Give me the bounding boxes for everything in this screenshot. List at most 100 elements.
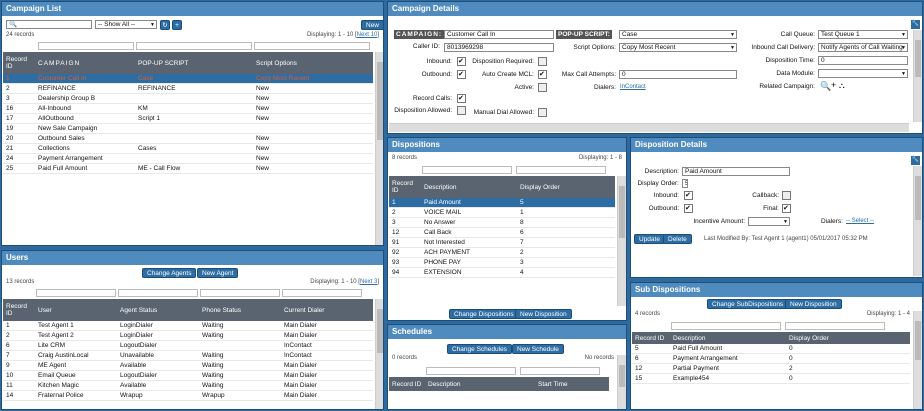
- campaign-search-input[interactable]: 🔍: [6, 20, 92, 29]
- add-button[interactable]: +: [172, 20, 182, 30]
- caller-id-input[interactable]: 8013969298: [444, 43, 554, 52]
- table-row[interactable]: 93 PHONE PAY 3: [389, 257, 615, 268]
- filter-campaign[interactable]: [38, 42, 134, 50]
- table-row[interactable]: 3 No Answer 8: [389, 217, 615, 228]
- schedules-scrollbar[interactable]: [617, 355, 626, 409]
- table-row[interactable]: 1 Paid Amount 5: [389, 198, 615, 208]
- col-record-id[interactable]: Record ID: [3, 299, 35, 321]
- table-row[interactable]: 5 Paid Full Amount 0: [632, 344, 910, 354]
- new-agent-button[interactable]: New Agent: [197, 268, 239, 278]
- table-row[interactable]: 92 ACH PAYMENT 2: [389, 247, 615, 258]
- call-queue-select[interactable]: Test Queue 1: [818, 30, 908, 39]
- table-row[interactable]: 20 Outbound Sales New: [3, 133, 373, 144]
- table-row[interactable]: 9 ME Agent Available Waiting Main Dialer: [3, 360, 373, 371]
- wrench-icon[interactable]: 🔧: [911, 156, 920, 165]
- col-record-id[interactable]: Record ID: [632, 332, 670, 344]
- table-row[interactable]: 21 Collections Cases New: [3, 143, 373, 154]
- table-row[interactable]: 14 Fraternal Police Wrapup Wrapup Main Diale…: [3, 390, 373, 401]
- dd-scrollbar[interactable]: [913, 166, 922, 276]
- col-description[interactable]: Description: [421, 176, 517, 198]
- auto-create-checkbox[interactable]: [538, 70, 547, 79]
- table-row[interactable]: 12 Partial Payment 2: [632, 363, 910, 374]
- table-row[interactable]: 11 Kitchen Magic Available Waiting Main Dial…: [3, 380, 373, 391]
- col-popup-script[interactable]: POP-UP SCRIPT: [135, 52, 253, 74]
- disp-scrollbar[interactable]: [617, 176, 626, 306]
- callback-checkbox[interactable]: [782, 191, 791, 200]
- filter-display-order[interactable]: [785, 322, 885, 330]
- col-display-order[interactable]: Display Order: [786, 332, 910, 344]
- table-row[interactable]: 2 REFINANCE REFINANCE New: [3, 83, 373, 94]
- table-row[interactable]: 7 Craig AustinLocal Unavailable Waiting InCo…: [3, 350, 373, 361]
- col-record-id[interactable]: Record ID: [3, 52, 35, 74]
- details-h-scrollbar[interactable]: [389, 123, 909, 132]
- col-phone-status[interactable]: Phone Status: [199, 299, 281, 321]
- change-dispositions-button[interactable]: Change Dispositions: [449, 309, 519, 319]
- table-row[interactable]: 3 Dealership Group B New: [3, 93, 373, 104]
- change-agents-button[interactable]: Change Agents: [142, 268, 197, 278]
- col-description[interactable]: Description: [425, 377, 535, 391]
- active-checkbox[interactable]: [538, 83, 547, 92]
- table-row[interactable]: 6 Payment Arrangement 0: [632, 353, 910, 364]
- show-all-select[interactable]: -- Show All --: [95, 20, 157, 29]
- table-row[interactable]: 25 Paid Full Amount ME - Call Flow New: [3, 163, 373, 174]
- outbound-checkbox[interactable]: [457, 70, 466, 79]
- delete-button[interactable]: Delete: [663, 234, 692, 244]
- campaign-scrollbar[interactable]: [375, 52, 383, 245]
- dialers-link[interactable]: InContact: [620, 84, 646, 90]
- change-schedules-button[interactable]: Change Schedules: [447, 344, 512, 354]
- outbound-checkbox[interactable]: [684, 204, 693, 213]
- final-checkbox[interactable]: [782, 204, 791, 213]
- table-row[interactable]: 17 AllOutbound Script 1 New: [3, 113, 373, 124]
- details-v-scrollbar[interactable]: [913, 30, 922, 122]
- col-agent-status[interactable]: Agent Status: [117, 299, 199, 321]
- next-3-link[interactable]: Next 3: [360, 279, 377, 285]
- table-row[interactable]: 2 VOICE MAIL 1: [389, 207, 615, 218]
- filter-phone-status[interactable]: [200, 289, 280, 297]
- filter-display-order[interactable]: [516, 166, 606, 174]
- col-user[interactable]: User: [35, 299, 117, 321]
- col-display-order[interactable]: Display Order: [517, 176, 615, 198]
- table-row[interactable]: 91 Not Interested 7: [389, 237, 615, 248]
- update-button[interactable]: Update: [634, 234, 665, 244]
- script-options-select[interactable]: Copy Most Recent: [619, 43, 737, 52]
- data-module-select[interactable]: [818, 69, 908, 78]
- related-search-icon[interactable]: 🔍: [820, 81, 831, 92]
- dialers-select-link[interactable]: -- Select --: [846, 218, 874, 224]
- table-row[interactable]: 6 Lite CRM LogoutDialer InContact: [3, 340, 373, 351]
- new-subdisposition-button[interactable]: New Disposition: [785, 299, 842, 309]
- display-order-input[interactable]: 5: [682, 179, 688, 188]
- table-row[interactable]: 24 Payment Arrangement New: [3, 153, 373, 164]
- table-row[interactable]: 2 Test Agent 2 LoginDialer Waiting Main Dial…: [3, 330, 373, 341]
- filter-dialer[interactable]: [282, 289, 362, 297]
- filter-agent-status[interactable]: [118, 289, 198, 297]
- new-campaign-button[interactable]: New: [361, 20, 383, 30]
- table-row[interactable]: 94 EXTENSION 4: [389, 267, 615, 278]
- inbound-checkbox[interactable]: [457, 57, 466, 66]
- wrench-icon[interactable]: 🔧: [911, 20, 920, 29]
- filter-script[interactable]: [136, 42, 252, 50]
- description-input[interactable]: Paid Amount: [682, 167, 790, 176]
- users-scrollbar[interactable]: [375, 299, 383, 409]
- table-row[interactable]: 10 Email Queue LogoutDialer Waiting Main Dia…: [3, 370, 373, 381]
- incentive-select[interactable]: [748, 217, 790, 226]
- col-script-options[interactable]: Script Options: [253, 52, 373, 74]
- table-row[interactable]: 16 All-Inbound KM New: [3, 103, 373, 114]
- new-schedule-button[interactable]: New Schedule: [512, 344, 564, 354]
- inbound-checkbox[interactable]: [684, 191, 693, 200]
- filter-user[interactable]: [36, 289, 116, 297]
- new-disposition-button[interactable]: New Disposition: [515, 309, 572, 319]
- col-start-time[interactable]: Start Time: [535, 377, 609, 391]
- filter-description[interactable]: [671, 322, 781, 330]
- popup-script-select[interactable]: Case: [619, 30, 737, 39]
- disp-time-input[interactable]: 0: [818, 56, 908, 65]
- filter-start-time[interactable]: [520, 367, 600, 375]
- campaign-name-input[interactable]: Customer Call In: [444, 30, 554, 39]
- sub-scrollbar[interactable]: [913, 311, 922, 409]
- table-row[interactable]: 1 Customer Call In Case Copy Most Recent: [3, 74, 373, 84]
- table-row[interactable]: 12 Call Back 6: [389, 227, 615, 238]
- refresh-button[interactable]: ↻: [160, 20, 170, 30]
- next-10-link[interactable]: Next 10: [357, 32, 378, 38]
- disp-required-checkbox[interactable]: [538, 57, 547, 66]
- table-row[interactable]: 1 Test Agent 1 LoginDialer Waiting Main Dial…: [3, 321, 373, 331]
- change-subdispositions-button[interactable]: Change SubDispositions: [707, 299, 789, 309]
